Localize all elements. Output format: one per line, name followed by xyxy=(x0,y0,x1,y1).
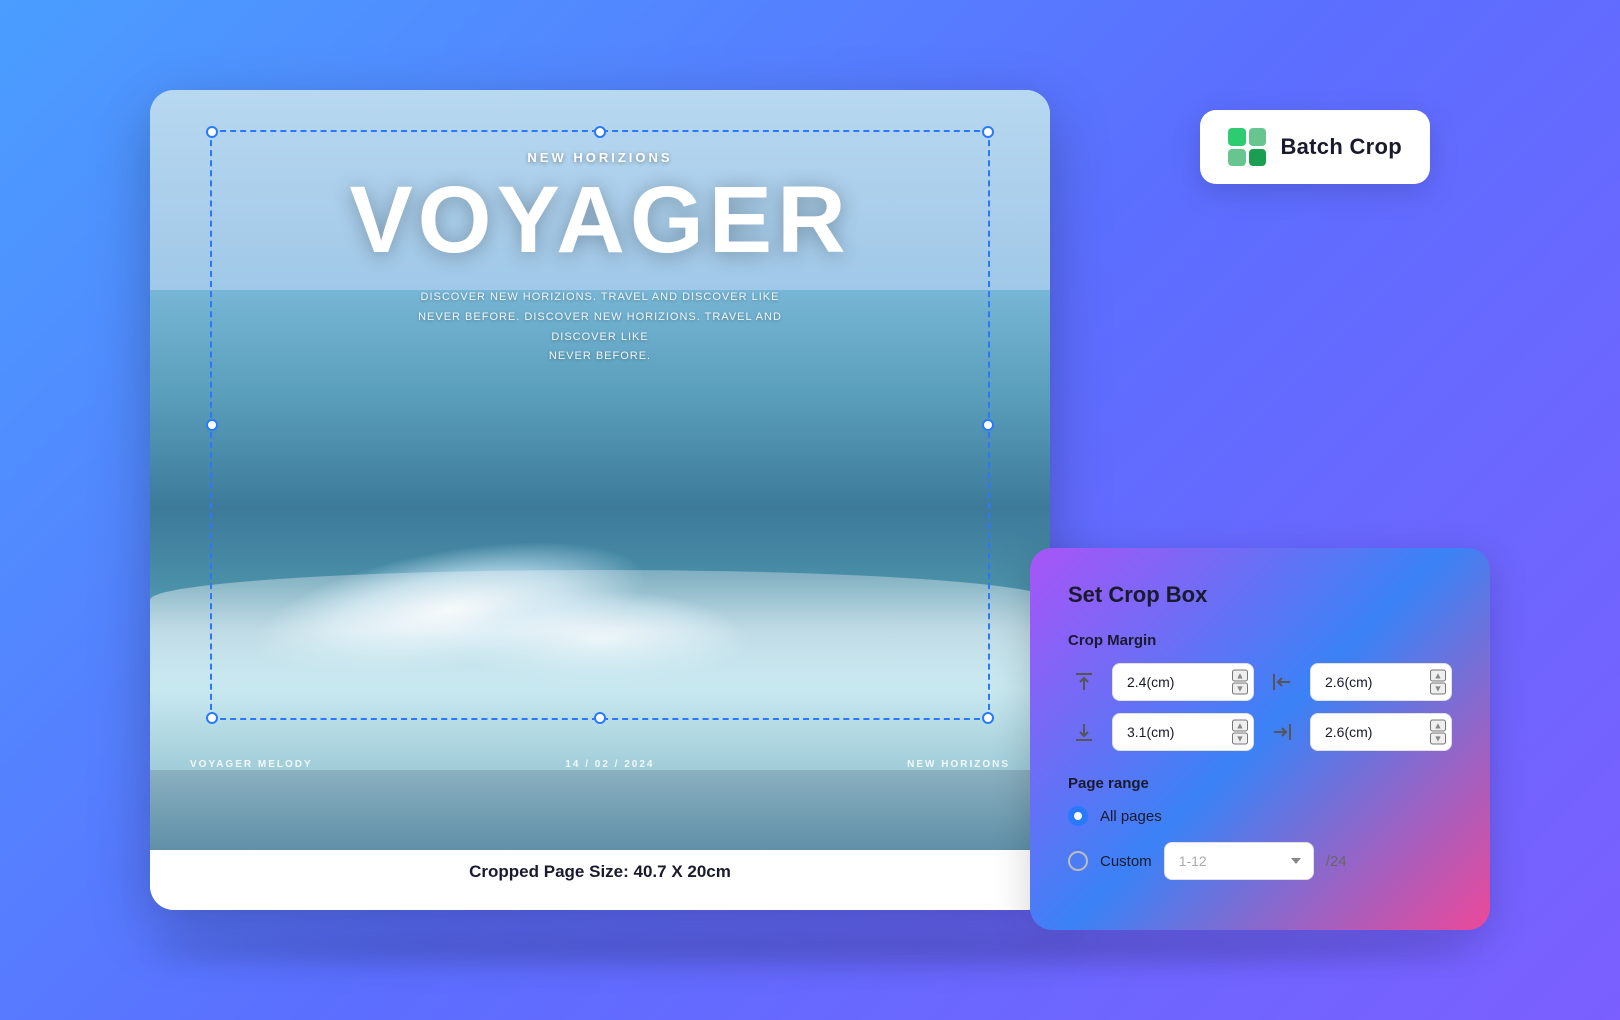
custom-option[interactable]: Custom 1-12 /24 xyxy=(1068,842,1452,880)
batch-crop-icon xyxy=(1228,128,1266,166)
top-margin-icon xyxy=(1068,666,1100,698)
page-range-label: Page range xyxy=(1068,775,1452,792)
top-margin-spinner: ▲ ▼ xyxy=(1232,670,1248,695)
icon-square-br xyxy=(1249,149,1267,167)
handle-middle-left[interactable] xyxy=(206,419,218,431)
icon-square-tr xyxy=(1249,128,1267,146)
top-margin-input-wrap: ▲ ▼ xyxy=(1112,663,1254,701)
left-margin-icon xyxy=(1266,666,1298,698)
left-margin-down[interactable]: ▼ xyxy=(1430,683,1446,695)
total-pages: /24 xyxy=(1326,853,1347,870)
margin-grid: ▲ ▼ ▲ ▼ xyxy=(1068,663,1452,751)
icon-square-bl xyxy=(1228,149,1246,167)
left-margin-input-wrap: ▲ ▼ xyxy=(1310,663,1452,701)
bottom-margin-input-wrap: ▲ ▼ xyxy=(1112,713,1254,751)
custom-label: Custom xyxy=(1100,853,1152,870)
right-margin-up[interactable]: ▲ xyxy=(1430,720,1446,732)
pdf-preview-card: NEW HORIZIONS VOYAGER DISCOVER NEW HORIZ… xyxy=(150,90,1050,910)
icon-square-tl xyxy=(1228,128,1246,146)
handle-top-left[interactable] xyxy=(206,126,218,138)
crop-selection-box[interactable] xyxy=(210,130,990,720)
pdf-preview-area: NEW HORIZIONS VOYAGER DISCOVER NEW HORIZ… xyxy=(150,90,1050,850)
right-margin-down[interactable]: ▼ xyxy=(1430,733,1446,745)
pdf-card-shadow xyxy=(150,935,1470,965)
bottom-margin-icon xyxy=(1068,716,1100,748)
right-margin-spinner: ▲ ▼ xyxy=(1430,720,1446,745)
page-range-section: Page range All pages Custom 1-12 /24 xyxy=(1068,775,1452,880)
footer-right: NEW HORIZONS xyxy=(907,759,1010,770)
all-pages-label: All pages xyxy=(1100,808,1162,825)
bottom-margin-down[interactable]: ▼ xyxy=(1232,733,1248,745)
cropped-size-label: Cropped Page Size: 40.7 X 20cm xyxy=(150,862,1050,882)
handle-bottom-middle[interactable] xyxy=(594,712,606,724)
handle-bottom-left[interactable] xyxy=(206,712,218,724)
bottom-margin-up[interactable]: ▲ xyxy=(1232,720,1248,732)
right-margin-input-wrap: ▲ ▼ xyxy=(1310,713,1452,751)
page-range-select[interactable]: 1-12 xyxy=(1164,842,1314,880)
pdf-footer: VOYAGER MELODY 14 / 02 / 2024 NEW HORIZO… xyxy=(150,759,1050,770)
crop-margin-label: Crop Margin xyxy=(1068,632,1452,649)
top-margin-down[interactable]: ▼ xyxy=(1232,683,1248,695)
left-margin-up[interactable]: ▲ xyxy=(1430,670,1446,682)
panel-title: Set Crop Box xyxy=(1068,582,1452,608)
right-margin-icon xyxy=(1266,716,1298,748)
custom-radio[interactable] xyxy=(1068,851,1088,871)
batch-crop-button[interactable]: Batch Crop xyxy=(1200,110,1430,184)
bottom-margin-spinner: ▲ ▼ xyxy=(1232,720,1248,745)
handle-middle-right[interactable] xyxy=(982,419,994,431)
main-container: NEW HORIZIONS VOYAGER DISCOVER NEW HORIZ… xyxy=(110,70,1510,950)
handle-top-middle[interactable] xyxy=(594,126,606,138)
left-margin-spinner: ▲ ▼ xyxy=(1430,670,1446,695)
handle-bottom-right[interactable] xyxy=(982,712,994,724)
all-pages-radio[interactable] xyxy=(1068,806,1088,826)
footer-center: 14 / 02 / 2024 xyxy=(565,759,654,770)
batch-crop-label: Batch Crop xyxy=(1280,134,1402,160)
crop-panel: Set Crop Box Crop Margin ▲ ▼ xyxy=(1030,548,1490,930)
handle-top-right[interactable] xyxy=(982,126,994,138)
all-pages-option[interactable]: All pages xyxy=(1068,806,1452,826)
top-margin-up[interactable]: ▲ xyxy=(1232,670,1248,682)
footer-left: VOYAGER MELODY xyxy=(190,759,313,770)
